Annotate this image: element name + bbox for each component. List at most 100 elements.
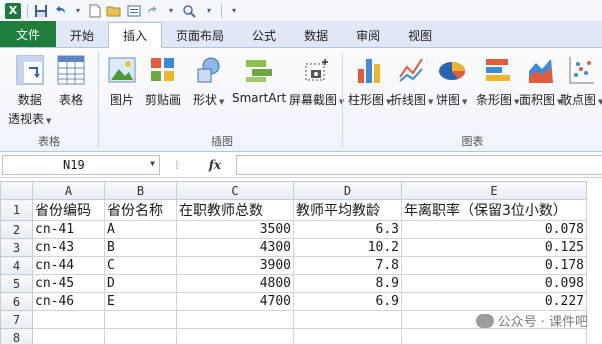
smartart-button[interactable]: SmartArt xyxy=(232,54,286,105)
tab-page-layout[interactable]: 页面布局 xyxy=(162,23,238,47)
row-header[interactable]: 6 xyxy=(0,292,33,311)
pie-chart-button[interactable]: 饼图 ▼ xyxy=(436,54,467,108)
cell[interactable]: A xyxy=(104,220,177,239)
cell[interactable] xyxy=(32,328,105,344)
cell[interactable]: cn-41 xyxy=(32,220,105,239)
tab-review[interactable]: 审阅 xyxy=(342,23,394,47)
column-chart-button[interactable]: 柱形图 ▼ xyxy=(348,54,391,108)
redo-icon[interactable] xyxy=(144,2,162,20)
screenshot-button[interactable]: 屏幕截图▼ xyxy=(289,54,344,108)
scatter-chart-button[interactable]: 散点图 ▼ xyxy=(560,54,602,108)
formula-input[interactable] xyxy=(236,154,602,175)
cell[interactable]: 4300 xyxy=(176,238,294,257)
cell[interactable]: 年离职率（保留3位小数） xyxy=(401,199,587,221)
tab-data[interactable]: 数据 xyxy=(290,23,342,47)
row-header[interactable]: 7 xyxy=(0,310,33,329)
area-chart-button[interactable]: 面积图 ▼ xyxy=(519,54,562,108)
cell[interactable]: C xyxy=(104,256,177,275)
screenshot-label-text: 屏幕截图 xyxy=(289,93,338,107)
row-header[interactable]: 3 xyxy=(0,238,33,257)
line-chart-button[interactable]: 折线图 ▼ xyxy=(390,54,433,108)
redo-dropdown-icon[interactable]: ▾ xyxy=(163,2,179,20)
tab-home[interactable]: 开始 xyxy=(56,23,108,47)
clipart-button[interactable]: 剪贴画 xyxy=(145,54,181,108)
bar-chart-button[interactable]: 条形图 ▼ xyxy=(476,54,519,108)
column-header-a[interactable]: A xyxy=(32,181,105,200)
cell[interactable] xyxy=(293,310,402,329)
cell[interactable] xyxy=(176,328,294,344)
cell[interactable] xyxy=(32,310,105,329)
cell[interactable]: 0.227 xyxy=(401,292,587,311)
line-chart-label-text: 折线图 xyxy=(390,93,427,107)
cell[interactable]: 0.125 xyxy=(401,238,587,257)
cell[interactable]: B xyxy=(104,238,177,257)
cell[interactable] xyxy=(176,310,294,329)
cell[interactable]: 0.178 xyxy=(401,256,587,275)
cell[interactable]: cn-43 xyxy=(32,238,105,257)
table-button[interactable]: 表格 xyxy=(56,54,86,108)
cell[interactable]: 6.9 xyxy=(293,292,402,311)
cell[interactable]: 3900 xyxy=(176,256,294,275)
cell[interactable]: cn-46 xyxy=(32,292,105,311)
column-header-d[interactable]: D xyxy=(293,181,402,200)
undo-icon[interactable] xyxy=(51,2,69,20)
clipart-label: 剪贴画 xyxy=(145,93,182,107)
cell[interactable] xyxy=(293,328,402,344)
select-all-corner[interactable] xyxy=(0,181,33,200)
tab-view[interactable]: 视图 xyxy=(394,23,446,47)
chevron-down-icon[interactable]: ▼ xyxy=(150,159,155,168)
cell[interactable]: 在职教师总数 xyxy=(176,199,294,221)
tab-formulas[interactable]: 公式 xyxy=(238,23,290,47)
insert-function-button[interactable]: fx xyxy=(209,158,221,172)
screenshot-label: 屏幕截图▼ xyxy=(289,91,344,108)
cell[interactable]: 0.078 xyxy=(401,220,587,239)
wechat-icon xyxy=(475,313,494,328)
picture-button[interactable]: 图片 xyxy=(107,54,137,108)
cell[interactable]: 0.098 xyxy=(401,274,587,293)
pivot-table-label-1: 数据 xyxy=(17,93,42,107)
customize-icon[interactable]: ▾ xyxy=(226,2,242,20)
tab-file[interactable]: 文件 xyxy=(0,21,56,47)
row-header[interactable]: 2 xyxy=(0,220,33,239)
cell[interactable]: 省份名称 xyxy=(104,199,177,221)
cell[interactable]: 4700 xyxy=(176,292,294,311)
cell[interactable]: 教师平均教龄 xyxy=(293,199,402,221)
cell[interactable]: 3500 xyxy=(176,220,294,239)
row-header[interactable]: 4 xyxy=(0,256,33,275)
pivot-table-label-2: 透视表 ▼ xyxy=(8,110,51,127)
column-header-b[interactable]: B xyxy=(104,181,177,200)
save-icon[interactable] xyxy=(32,2,50,20)
print-preview-icon[interactable] xyxy=(125,2,143,20)
cell[interactable]: 省份编码 xyxy=(32,199,105,221)
tab-insert[interactable]: 插入 xyxy=(108,22,163,48)
cell[interactable] xyxy=(401,328,587,344)
cell[interactable]: 10.2 xyxy=(293,238,402,257)
clipart-icon xyxy=(148,54,178,86)
cell[interactable]: D xyxy=(104,274,177,293)
cell[interactable]: cn-45 xyxy=(32,274,105,293)
cell[interactable]: cn-44 xyxy=(32,256,105,275)
open-icon[interactable] xyxy=(104,2,124,20)
cell[interactable]: E xyxy=(104,292,177,311)
quick-print-dropdown-icon[interactable]: ▾ xyxy=(201,2,217,20)
cell[interactable] xyxy=(104,310,177,329)
new-icon[interactable] xyxy=(87,2,103,20)
row-header[interactable]: 5 xyxy=(0,274,33,293)
name-box[interactable]: N19 ▼ xyxy=(2,154,160,175)
cell[interactable] xyxy=(104,328,177,344)
undo-dropdown-icon[interactable]: ▾ xyxy=(70,2,86,20)
column-header-c[interactable]: C xyxy=(176,181,294,200)
quick-print-icon[interactable] xyxy=(180,2,200,20)
cell[interactable]: 8.9 xyxy=(293,274,402,293)
row-header[interactable]: 8 xyxy=(0,328,33,344)
excel-icon[interactable]: X xyxy=(3,2,23,20)
cell[interactable]: 7.8 xyxy=(293,256,402,275)
shapes-button[interactable]: 形状 ▼ xyxy=(193,54,224,108)
row-header[interactable]: 1 xyxy=(0,199,33,221)
column-header-e[interactable]: E xyxy=(401,181,587,200)
pivot-table-button[interactable]: 数据 透视表 ▼ xyxy=(8,54,51,127)
cell[interactable]: 6.3 xyxy=(293,220,402,239)
scatter-chart-icon xyxy=(567,54,597,86)
shapes-icon xyxy=(194,54,224,86)
cell[interactable]: 4800 xyxy=(176,274,294,293)
